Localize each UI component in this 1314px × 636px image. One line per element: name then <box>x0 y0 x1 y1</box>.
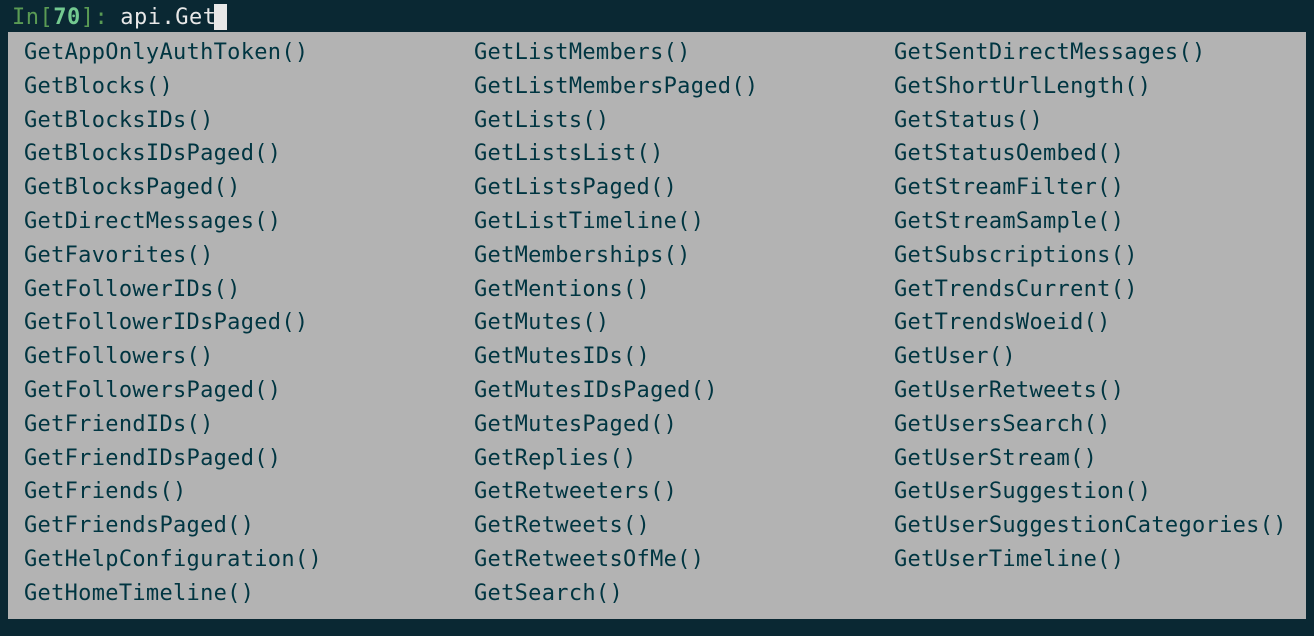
completion-item[interactable]: GetBlocks() <box>24 70 446 104</box>
completion-item[interactable]: GetTrendsWoeid() <box>894 306 1290 340</box>
completion-column-3: GetSentDirectMessages()GetShortUrlLength… <box>868 36 1290 611</box>
completion-item[interactable]: GetFriendIDs() <box>24 408 446 442</box>
completion-item[interactable]: GetFriendsPaged() <box>24 509 446 543</box>
completion-item[interactable]: GetRetweeters() <box>474 475 868 509</box>
autocomplete-popup[interactable]: GetAppOnlyAuthToken()GetBlocks()GetBlock… <box>8 32 1306 619</box>
completion-item[interactable]: GetHelpConfiguration() <box>24 543 446 577</box>
completion-item[interactable]: GetMemberships() <box>474 239 868 273</box>
completion-item[interactable]: GetListMembersPaged() <box>474 70 868 104</box>
completion-column-2: GetListMembers()GetListMembersPaged()Get… <box>446 36 868 611</box>
completion-item[interactable]: GetStreamSample() <box>894 205 1290 239</box>
completion-item[interactable]: GetAppOnlyAuthToken() <box>24 36 446 70</box>
completion-item[interactable]: GetRetweets() <box>474 509 868 543</box>
completion-item[interactable]: GetListsPaged() <box>474 171 868 205</box>
prompt-colon: : <box>95 5 109 30</box>
completion-item[interactable]: GetDirectMessages() <box>24 205 446 239</box>
completion-item[interactable]: GetUserSuggestion() <box>894 475 1290 509</box>
completion-item[interactable]: GetFollowers() <box>24 340 446 374</box>
ipython-prompt[interactable]: In [70]: api.Get <box>8 4 1306 30</box>
completion-item[interactable]: GetUser() <box>894 340 1290 374</box>
completion-item[interactable]: GetShortUrlLength() <box>894 70 1290 104</box>
completion-item[interactable]: GetSentDirectMessages() <box>894 36 1290 70</box>
completion-item[interactable]: GetUserSuggestionCategories() <box>894 509 1290 543</box>
completion-item[interactable]: GetMutesIDs() <box>474 340 868 374</box>
completion-item[interactable]: GetBlocksIDs() <box>24 104 446 138</box>
completion-item[interactable]: GetReplies() <box>474 442 868 476</box>
completion-item[interactable]: GetBlocksIDsPaged() <box>24 137 446 171</box>
completion-item[interactable]: GetStatus() <box>894 104 1290 138</box>
completion-item[interactable]: GetStreamFilter() <box>894 171 1290 205</box>
completion-item[interactable]: GetListMembers() <box>474 36 868 70</box>
completion-item[interactable]: GetUserRetweets() <box>894 374 1290 408</box>
completion-item[interactable]: GetFriends() <box>24 475 446 509</box>
completion-item[interactable]: GetSubscriptions() <box>894 239 1290 273</box>
prompt-number: 70 <box>53 5 81 30</box>
completion-item[interactable]: GetSearch() <box>474 577 868 611</box>
completion-item[interactable]: GetUserStream() <box>894 442 1290 476</box>
text-cursor <box>214 4 227 30</box>
completion-item[interactable]: GetMutesIDsPaged() <box>474 374 868 408</box>
completion-item[interactable]: GetUsersSearch() <box>894 408 1290 442</box>
completion-item[interactable]: GetStatusOembed() <box>894 137 1290 171</box>
completion-item[interactable]: GetRetweetsOfMe() <box>474 543 868 577</box>
completion-column-1: GetAppOnlyAuthToken()GetBlocks()GetBlock… <box>24 36 446 611</box>
completion-item[interactable]: GetBlocksPaged() <box>24 171 446 205</box>
input-text[interactable]: api.Get <box>120 5 216 30</box>
prompt-open-bracket: [ <box>40 5 54 30</box>
completion-item[interactable]: GetTrendsCurrent() <box>894 273 1290 307</box>
completion-item[interactable]: GetMentions() <box>474 273 868 307</box>
completion-item[interactable]: GetHomeTimeline() <box>24 577 446 611</box>
completion-item[interactable]: GetFollowersPaged() <box>24 374 446 408</box>
completion-item[interactable]: GetFollowerIDsPaged() <box>24 306 446 340</box>
completion-item[interactable]: GetFriendIDsPaged() <box>24 442 446 476</box>
completion-item[interactable]: GetFavorites() <box>24 239 446 273</box>
completion-item[interactable]: GetMutes() <box>474 306 868 340</box>
completion-item[interactable]: GetListTimeline() <box>474 205 868 239</box>
completion-item[interactable]: GetFollowerIDs() <box>24 273 446 307</box>
completion-item[interactable]: GetListsList() <box>474 137 868 171</box>
completion-item[interactable]: GetUserTimeline() <box>894 543 1290 577</box>
prompt-close-bracket: ] <box>81 5 95 30</box>
completion-item[interactable]: GetMutesPaged() <box>474 408 868 442</box>
completion-item[interactable]: GetLists() <box>474 104 868 138</box>
prompt-in-label: In <box>12 5 40 30</box>
